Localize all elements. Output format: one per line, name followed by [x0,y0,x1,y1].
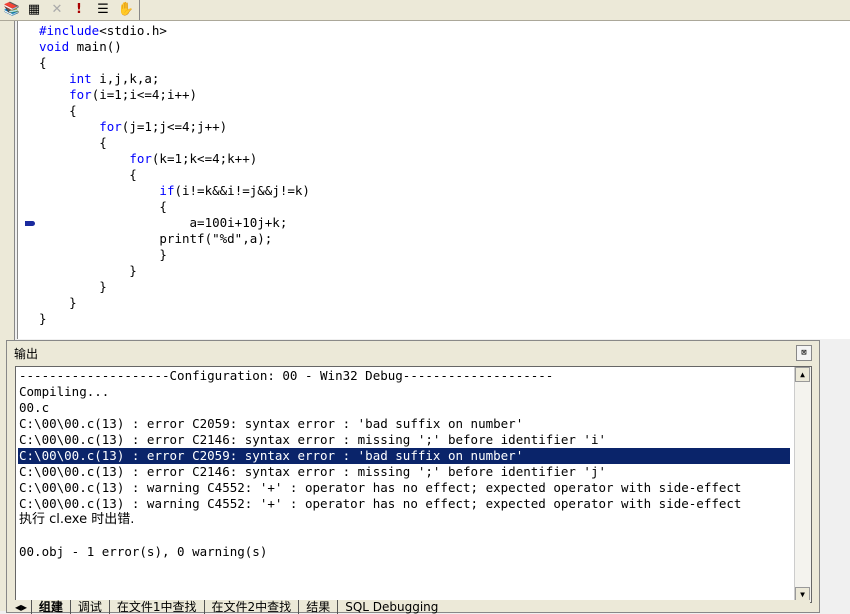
code-line[interactable]: printf("%d",a); [39,231,310,247]
keyword: #include [39,23,100,38]
tab-scroll-icon[interactable]: ◂▸ [15,600,31,614]
code-line[interactable]: } [39,279,310,295]
keyword: if [159,183,175,198]
output-title: 输出 [14,347,39,361]
output-line[interactable]: C:\00\00.c(13) : warning C4552: '+' : op… [18,480,790,496]
output-line[interactable]: C:\00\00.c(13) : error C2059: syntax err… [18,448,790,464]
output-line[interactable]: 00.c [18,400,790,416]
build-icon[interactable]: ▦ [25,1,43,18]
code-line[interactable]: { [39,135,310,151]
step-into-icon[interactable]: ☰ [94,1,112,18]
output-line[interactable]: 00.obj - 1 error(s), 0 warning(s) [18,544,790,560]
current-line-marker-icon [25,221,35,226]
output-line[interactable]: C:\00\00.c(13) : error C2146: syntax err… [18,432,790,448]
output-log: --------------------Configuration: 00 - … [15,366,812,603]
execute-icon[interactable]: ! [70,1,88,18]
keyword: int [69,71,92,86]
keyword: for [69,87,92,102]
code-line[interactable]: { [39,103,310,119]
code-line[interactable]: for(i=1;i<=4;i++) [39,87,310,103]
tab-2[interactable]: 在文件1中查找 [108,600,204,614]
output-panel: 输出 ⊠ --------------------Configuration: … [6,340,820,614]
output-line[interactable]: C:\00\00.c(13) : warning C4552: '+' : op… [18,496,790,512]
scroll-up-icon[interactable]: ▲ [795,367,810,382]
code-line[interactable]: { [39,199,310,215]
tab-5[interactable]: SQL Debugging [337,600,445,614]
keyword: for [99,119,122,134]
keyword: for [129,151,152,166]
source-code[interactable]: #include<stdio.h> void main(){ int i,j,k,… [39,23,310,327]
tab-4[interactable]: 结果 [298,600,337,614]
output-line[interactable]: 执行 cl.exe 时出错. [18,512,790,528]
output-tabs: ◂▸ 组建 调试 在文件1中查找 在文件2中查找 结果 SQL Debugging [15,600,810,614]
code-line[interactable]: } [39,247,310,263]
vertical-scrollbar[interactable]: ▲ ▼ [794,367,811,602]
code-line[interactable]: { [39,55,310,71]
tab-0[interactable]: 组建 [30,600,70,614]
output-line[interactable]: C:\00\00.c(13) : error C2146: syntax err… [18,464,790,480]
output-line[interactable]: --------------------Configuration: 00 - … [18,368,790,384]
code-line[interactable]: void main() [39,39,310,55]
code-line[interactable]: for(j=1;j<=4;j++) [39,119,310,135]
close-icon[interactable]: ⊠ [796,345,812,361]
code-line[interactable]: } [39,263,310,279]
tab-3[interactable]: 在文件2中查找 [203,600,299,614]
code-line[interactable]: int i,j,k,a; [39,71,310,87]
code-line[interactable]: #include<stdio.h> [39,23,310,39]
code-line[interactable]: } [39,295,310,311]
go-hand-icon[interactable]: ✋ [117,1,135,18]
toolbar: 📚 ▦ ✕ ! ☰ ✋ [0,0,850,21]
code-line[interactable]: if(i!=k&&i!=j&&j!=k) [39,183,310,199]
keyword: void [39,39,70,54]
code-editor[interactable]: #include<stdio.h> void main(){ int i,j,k,… [17,21,850,339]
code-line[interactable]: for(k=1;k<=4;k++) [39,151,310,167]
toolbar-separator [139,0,140,20]
code-line[interactable]: { [39,167,310,183]
output-line[interactable]: C:\00\00.c(13) : error C2059: syntax err… [18,416,790,432]
code-line[interactable]: a=100i+10j+k; [39,215,310,231]
output-line[interactable]: Compiling... [18,384,790,400]
compile-icon[interactable]: 📚 [3,1,21,18]
stop-build-icon[interactable]: ✕ [48,1,66,18]
output-line[interactable] [18,528,790,544]
tab-1[interactable]: 调试 [69,600,109,614]
code-line[interactable]: } [39,311,310,327]
